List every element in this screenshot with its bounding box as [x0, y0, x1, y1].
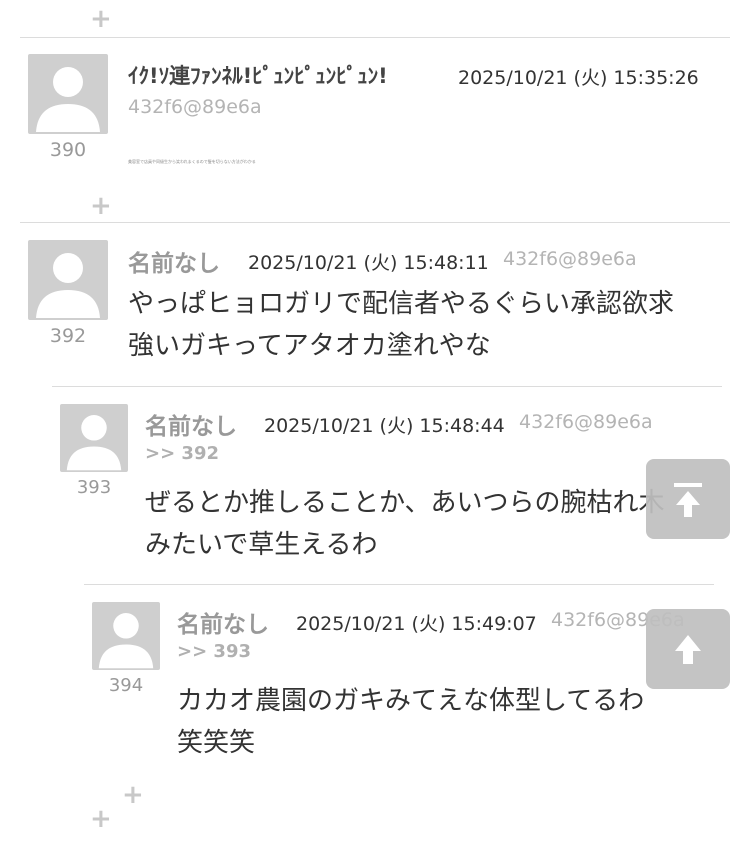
post-body-line: みたいで草生えるわ — [145, 530, 378, 560]
post-divider — [20, 37, 730, 38]
avatar-icon[interactable] — [92, 602, 160, 670]
post-body-line: 強いガキってアタオカ塗れやな — [128, 331, 491, 361]
post-number[interactable]: 394 — [92, 675, 160, 696]
post-date: 2025/10/21 (火) 15:48:44 — [264, 415, 505, 437]
scroll-to-top-icon — [674, 483, 702, 517]
expand-plus-icon[interactable]: + — [90, 193, 112, 219]
poster-name: 名前なし — [128, 251, 220, 277]
avatar-icon[interactable] — [60, 404, 128, 472]
post-body-line: カカオ農園のガキみてえな体型してるわ — [177, 686, 645, 716]
post-date: 2025/10/21 (火) 15:35:26 — [458, 67, 699, 89]
poster-name: 名前なし — [177, 612, 269, 638]
post-number[interactable]: 392 — [28, 325, 108, 347]
expand-plus-icon[interactable]: + — [122, 782, 144, 808]
scroll-to-top-button[interactable] — [646, 459, 730, 539]
poster-id[interactable]: 432f6@89e6a — [519, 411, 653, 433]
post-divider — [84, 584, 714, 585]
scroll-up-button[interactable] — [646, 609, 730, 689]
expand-plus-icon[interactable]: + — [90, 6, 112, 32]
avatar-icon[interactable] — [28, 54, 108, 134]
post-body-small: 美容室で店員や同級生から笑われまくるので髪を切らない方法がわかる — [128, 159, 256, 164]
post-body-line: ぜるとか推しることか、あいつらの腕枯れ木 — [145, 488, 665, 518]
reply-anchor-link[interactable]: >> 392 — [145, 443, 219, 464]
post-divider — [52, 386, 722, 387]
arrow-up-icon — [675, 635, 701, 664]
post-date: 2025/10/21 (火) 15:49:07 — [296, 613, 537, 635]
poster-id[interactable]: 432f6@89e6a — [503, 248, 637, 270]
expand-plus-icon[interactable]: + — [90, 806, 112, 832]
post-number[interactable]: 390 — [28, 139, 108, 161]
poster-id[interactable]: 432f6@89e6a — [128, 96, 262, 118]
reply-anchor-link[interactable]: >> 393 — [177, 641, 251, 662]
post-date: 2025/10/21 (火) 15:48:11 — [248, 252, 489, 274]
post-divider — [20, 222, 730, 223]
post-number[interactable]: 393 — [60, 477, 128, 498]
avatar-icon[interactable] — [28, 240, 108, 320]
poster-name: 名前なし — [145, 414, 237, 440]
post-body-line: やっぱヒョロガリで配信者やるぐらい承認欲求 — [128, 289, 675, 319]
poster-name: ｲｸ!ｿ連ﾌｧﾝﾈﾙ!ﾋﾟｭﾝﾋﾟｭﾝﾋﾟｭﾝ! — [128, 64, 388, 88]
post-body-line: 笑笑笑 — [177, 728, 256, 758]
